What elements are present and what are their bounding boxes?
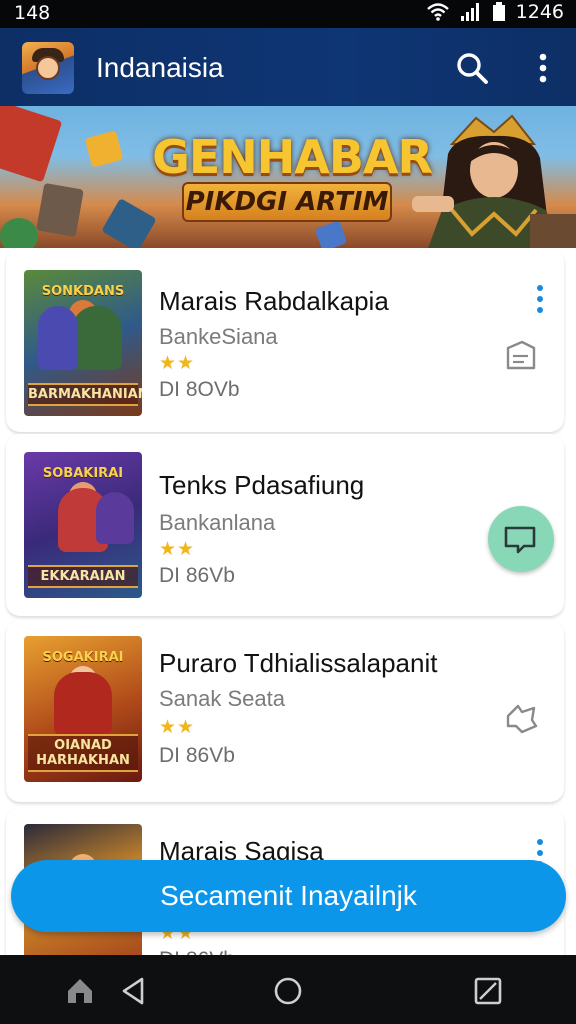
banner-gem	[36, 182, 84, 238]
game-thumbnail[interactable]: SONKDANS BARMAKHANIAN	[24, 270, 142, 416]
thumbnail-caption: BARMAKHANIAN	[28, 383, 142, 406]
game-size: DI 86Vb	[159, 744, 235, 767]
search-icon[interactable]	[454, 50, 490, 86]
thumbnail-caption: OIANAD HARHAKHAN	[28, 734, 138, 772]
battery-icon	[492, 2, 505, 21]
game-card[interactable]: SOBAKIRAI EKKARAIAN Tenks Pdasafiung Ban…	[6, 434, 564, 616]
banner-title: GENHABAR	[152, 130, 433, 184]
game-size: DI 86Vb	[159, 564, 235, 587]
banner-gem	[314, 220, 348, 248]
wifi-icon	[426, 3, 449, 21]
more-vert-icon[interactable]	[525, 50, 561, 86]
game-developer: BankeSiana	[159, 324, 278, 349]
game-title[interactable]: Marais Rabdalkapia	[159, 286, 389, 317]
featured-banner[interactable]: GENHABAR PIKDGI ARTIM	[0, 106, 576, 248]
status-clock: 1246	[515, 1, 564, 23]
banner-gem	[0, 106, 63, 183]
game-card[interactable]: SONKDANS BARMAKHANIAN Marais Rabdalkapia…	[6, 248, 564, 432]
app-avatar[interactable]	[22, 42, 74, 94]
thumbnail-caption: EKKARAIAN	[28, 565, 138, 588]
game-rating-stars: ★★	[159, 717, 196, 738]
thumbnail-title: SONKDANS	[41, 284, 125, 299]
document-icon[interactable]	[498, 334, 544, 380]
banner-gem	[101, 198, 157, 248]
status-time: 148	[14, 2, 51, 24]
system-nav-bar	[0, 955, 576, 1024]
chat-icon	[504, 526, 536, 554]
game-card[interactable]: SOGAKIRAI OIANAD HARHAKHAN Puraro Tdhial…	[6, 620, 564, 802]
banner-hero-illustration	[412, 114, 576, 248]
status-icons: 1246	[426, 1, 564, 23]
banner-gem	[0, 218, 38, 248]
recents-icon[interactable]	[472, 975, 504, 1007]
home-app-icon[interactable]	[64, 975, 96, 1007]
game-developer: Bankanlana	[159, 510, 276, 535]
signal-icon	[460, 3, 479, 21]
app-bar: Indanaisia	[0, 28, 576, 106]
game-title[interactable]: Tenks Pdasafiung	[159, 470, 364, 501]
game-title[interactable]: Puraro Tdhialissalapanit	[159, 648, 437, 679]
thumbnail-title: SOBAKIRAI	[42, 466, 124, 481]
primary-cta-button[interactable]: Secamenit Inayailnjk	[11, 860, 566, 932]
game-thumbnail[interactable]: SOGAKIRAI OIANAD HARHAKHAN	[24, 636, 142, 782]
game-size: DI 8OVb	[159, 378, 240, 401]
thumbnail-title: SOGAKIRAI	[42, 650, 124, 665]
share-icon[interactable]	[498, 696, 544, 742]
card-menu-icon[interactable]	[534, 284, 546, 314]
app-title: Indanaisia	[96, 52, 224, 83]
game-rating-stars: ★★	[159, 539, 196, 560]
banner-gem	[84, 130, 124, 168]
back-icon[interactable]	[118, 975, 150, 1007]
banner-subtitle: PIKDGI ARTIM	[182, 182, 392, 222]
home-icon[interactable]	[272, 975, 304, 1007]
chat-fab-button[interactable]	[488, 506, 554, 572]
game-developer: Sanak Seata	[159, 686, 285, 711]
game-rating-stars: ★★	[159, 353, 196, 374]
status-bar: 148 1246	[0, 0, 576, 28]
game-thumbnail[interactable]: SOBAKIRAI EKKARAIAN	[24, 452, 142, 598]
